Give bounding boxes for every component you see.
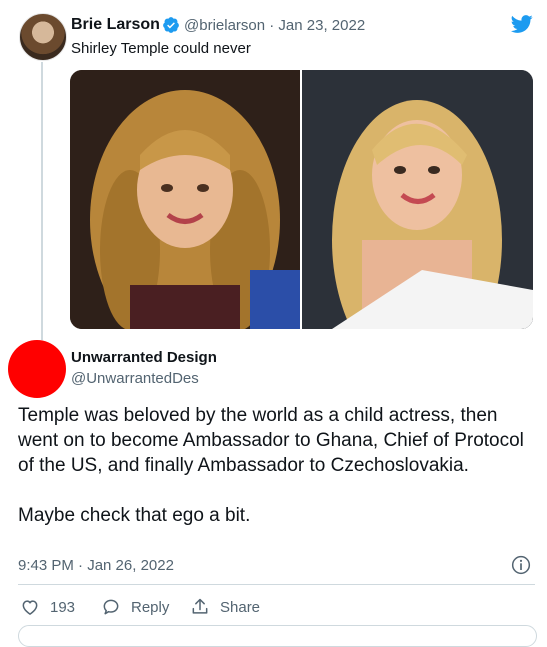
tweet-timestamp[interactable]: 9:43 PM · Jan 26, 2022 [18,557,174,574]
quoted-author-name[interactable]: Brie Larson [71,16,160,34]
quoted-author-handle-date[interactable]: @brielarson · Jan 23, 2022 [184,17,365,34]
author-handle[interactable]: @UnwarrantedDes [71,370,199,387]
tweet-body: Temple was beloved by the world as a chi… [18,403,538,528]
heart-icon [22,600,38,615]
like-count: 193 [50,598,76,616]
read-replies-card[interactable] [18,625,537,647]
photo-child-portrait[interactable] [70,70,300,329]
share-icon [192,598,208,614]
thread-connector-line [41,62,43,340]
reply-label: Reply [131,598,170,616]
photo-adult-portrait[interactable] [302,70,533,329]
photo-child-illustration [70,70,300,329]
share-label: Share [220,598,261,616]
verified-badge-icon [163,17,179,33]
author-name[interactable]: Unwarranted Design [71,349,217,366]
like-button[interactable]: 193 [20,597,75,617]
actions-divider [18,584,535,585]
tweet-paragraph-2: Maybe check that ego a bit. [18,505,251,526]
tweet-paragraph-1: Temple was beloved by the world as a chi… [18,405,524,476]
twitter-bird-icon[interactable] [510,13,534,35]
quoted-tweet-text: Shirley Temple could never [71,40,251,57]
author-avatar[interactable] [8,340,66,398]
reply-button[interactable]: Reply [101,597,169,617]
share-button[interactable]: Share [190,597,260,617]
reply-icon [103,599,119,615]
info-icon[interactable] [511,555,531,575]
photo-adult-illustration [302,70,533,329]
quoted-author-avatar[interactable] [19,13,67,61]
